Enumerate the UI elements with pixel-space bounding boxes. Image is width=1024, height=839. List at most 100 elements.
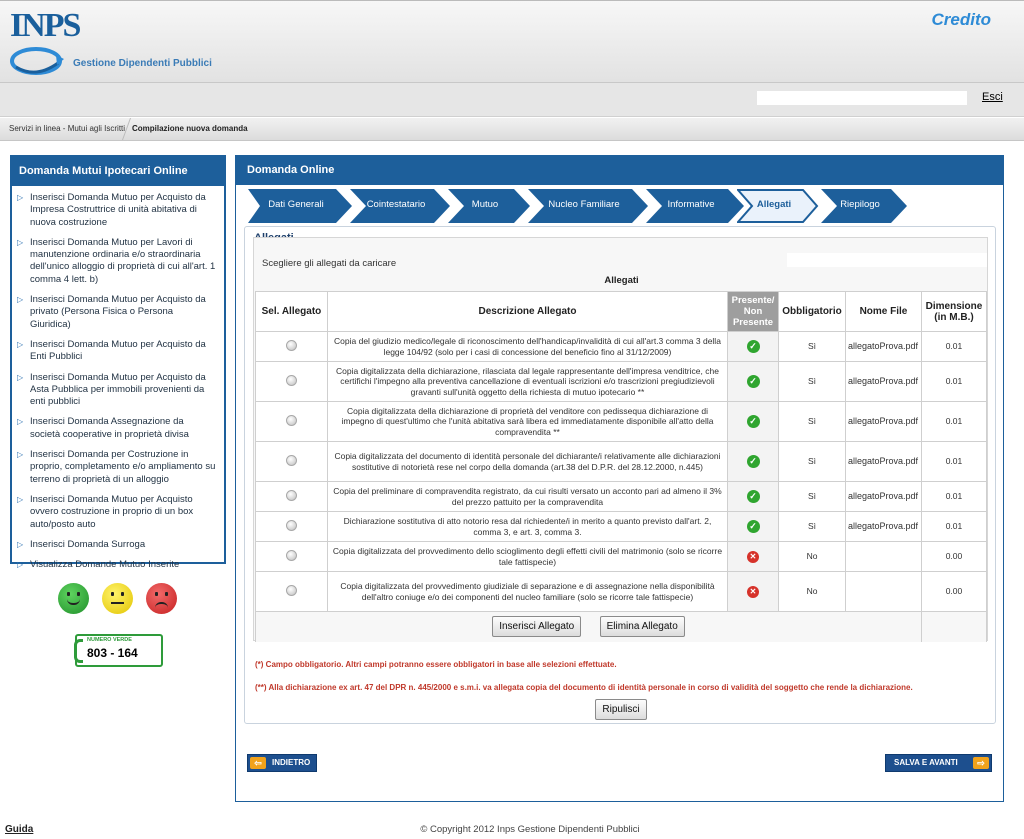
insert-attachment-button[interactable]: Inserisci Allegato [492, 616, 582, 638]
happy-face-icon[interactable] [58, 583, 89, 614]
step-dati-generali[interactable]: Dati Generali [248, 189, 352, 223]
table-header-row: Sel. Allegato Descrizione Allegato Prese… [255, 291, 988, 332]
triangle-right-icon: ▷ [17, 560, 24, 570]
exit-link[interactable]: Esci [982, 91, 1003, 103]
save-next-button[interactable]: SALVA E AVANTI ⇨ [885, 754, 992, 772]
size-cell: 0.01 [920, 361, 988, 402]
sidebar-item[interactable]: ▷ Inserisci Domanda Mutuo per Acquisto da… [17, 372, 216, 409]
save-next-button-label: SALVA E AVANTI [894, 758, 958, 767]
sidebar-item[interactable]: ▷ Visualizza Domande Mutuo Inserite [17, 559, 216, 571]
reset-wrap: Ripulisci [245, 699, 997, 720]
step-label: Riepilogo [840, 199, 880, 210]
instruction-field [787, 253, 987, 267]
size-cell: 0.00 [920, 541, 988, 572]
required-cell: Sì [778, 481, 846, 512]
sidebar-item[interactable]: ▷ Inserisci Domanda Mutuo per Acquisto da… [17, 192, 216, 229]
sad-face-icon[interactable] [146, 583, 177, 614]
select-cell [255, 571, 328, 612]
select-radio[interactable] [285, 374, 297, 386]
select-radio[interactable] [285, 584, 297, 596]
description-cell: Copia del preliminare di compravendita r… [326, 481, 729, 512]
table-row: Copia digitalizzata della dichiarazione … [255, 401, 988, 442]
check-icon: ✓ [746, 520, 760, 533]
file-name-cell: allegatoProva.pdf [844, 361, 922, 402]
table-row: Dichiarazione sostitutiva di atto notori… [255, 511, 988, 542]
select-cell [255, 511, 328, 542]
sidebar-item[interactable]: ▷ Inserisci Domanda Assegnazione da socie… [17, 416, 216, 441]
sidebar-item[interactable]: ▷ Inserisci Domanda per Costruzione in pr… [17, 449, 216, 486]
triangle-right-icon: ▷ [17, 450, 24, 460]
reset-button[interactable]: Ripulisci [595, 699, 647, 720]
utility-input[interactable] [757, 91, 967, 105]
column-header-select: Sel. Allegato [255, 291, 328, 332]
file-name-cell [844, 571, 922, 612]
table-row: Copia digitalizzata del provvedimento gi… [255, 571, 988, 612]
instruction-text: Scegliere gli allegati da caricare [262, 258, 397, 269]
step-mutuo[interactable]: Mutuo [448, 189, 530, 223]
select-radio[interactable] [285, 519, 297, 531]
file-name-cell: allegatoProva.pdf [844, 441, 922, 482]
delete-attachment-button[interactable]: Elimina Allegato [599, 616, 685, 638]
step-nucleo-familiare[interactable]: Nucleo Familiare [528, 189, 648, 223]
select-radio[interactable] [285, 414, 297, 426]
neutral-face-icon[interactable] [102, 583, 133, 614]
table-row: Copia del preliminare di compravendita r… [255, 481, 988, 512]
table-row: Copia del giudizio medico/legale di rico… [255, 331, 988, 362]
cross-icon: ✕ [747, 550, 760, 563]
size-cell: 0.01 [920, 331, 988, 362]
sidebar-item-label: Visualizza Domande Mutuo Inserite [30, 559, 180, 571]
step-allegati[interactable]: Allegati [737, 189, 819, 223]
description-cell: Copia digitalizzata del documento di ide… [326, 441, 729, 482]
main-panel: Domanda Online Dati Generali Cointestata… [235, 155, 1004, 802]
required-cell: No [778, 541, 846, 572]
present-cell: ✓ [727, 361, 780, 402]
size-cell: 0.01 [920, 441, 988, 482]
table-row: Copia digitalizzata del provvedimento de… [255, 541, 988, 572]
sidebar-item-label: Inserisci Domanda Surroga [30, 538, 146, 550]
select-radio[interactable] [285, 549, 297, 561]
sidebar-item[interactable]: ▷ Inserisci Domanda Mutuo per Acquisto da… [17, 339, 216, 364]
cross-icon: ✕ [747, 585, 760, 598]
select-cell [255, 361, 328, 402]
select-radio[interactable] [285, 454, 297, 466]
column-header-present: Presente/ Non Presente [727, 291, 780, 332]
toll-free-number: 803 - 164 [87, 646, 138, 660]
file-name-cell: allegatoProva.pdf [844, 511, 922, 542]
step-label: Dati Generali [268, 199, 324, 210]
column-header-required: Obbligatorio [778, 291, 846, 332]
present-cell: ✓ [727, 481, 780, 512]
required-cell: Sì [778, 441, 846, 482]
select-cell [255, 331, 328, 362]
select-radio[interactable] [285, 339, 297, 351]
description-cell: Copia del giudizio medico/legale di rico… [326, 331, 729, 362]
arrow-right-icon: ⇨ [973, 757, 989, 769]
guide-link[interactable]: Guida [5, 824, 33, 835]
check-icon: ✓ [746, 490, 760, 503]
select-cell [255, 441, 328, 482]
step-label: Mutuo [471, 199, 499, 210]
step-label: Allegati [756, 199, 792, 210]
logo-swirl-icon [10, 47, 64, 75]
step-riepilogo[interactable]: Riepilogo [821, 189, 907, 223]
satisfaction-rating [58, 583, 183, 617]
triangle-right-icon: ▷ [17, 295, 24, 305]
present-cell: ✕ [727, 571, 780, 612]
description-cell: Copia digitalizzata del provvedimento gi… [326, 571, 729, 612]
header-subtitle: Gestione Dipendenti Pubblici [73, 58, 212, 69]
required-fields-note: (*) Campo obbligatorio. Altri campi potr… [255, 660, 617, 669]
select-radio[interactable] [285, 489, 297, 501]
attachments-section: Allegati Scegliere gli allegati da caric… [244, 226, 996, 724]
required-cell: Sì [778, 361, 846, 402]
step-informative[interactable]: Informative [646, 189, 744, 223]
breadcrumb-item-services[interactable]: Servizi in linea - Mutui agli Iscritti [9, 124, 125, 133]
sidebar-item[interactable]: ▷ Inserisci Domanda Surroga [17, 539, 216, 551]
back-button[interactable]: ⇦ INDIETRO [247, 754, 317, 772]
sidebar-item[interactable]: ▷ Inserisci Domanda Mutuo per Acquisto ov… [17, 494, 216, 531]
breadcrumb-item-current: Compilazione nuova domanda [132, 124, 248, 133]
present-cell: ✓ [727, 441, 780, 482]
sidebar-item-label: Inserisci Domanda per Costruzione in pro… [30, 449, 216, 485]
sidebar-item[interactable]: ▷ Inserisci Domanda Mutuo per Acquisto da… [17, 294, 216, 331]
size-cell: 0.01 [920, 481, 988, 512]
step-cointestatario[interactable]: Cointestatario [350, 189, 450, 223]
sidebar-item[interactable]: ▷ Inserisci Domanda Mutuo per Lavori di m… [17, 237, 216, 286]
